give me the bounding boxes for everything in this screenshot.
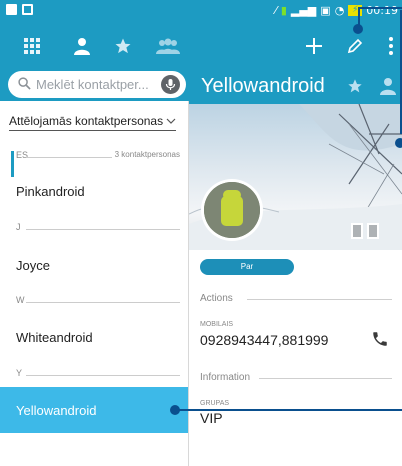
gallery-icon[interactable] bbox=[351, 223, 363, 239]
search-input[interactable]: Meklēt kontaktper... bbox=[8, 71, 186, 98]
cover-callout-dot bbox=[395, 138, 402, 148]
information-header: Information bbox=[200, 372, 251, 383]
mic-icon[interactable] bbox=[161, 75, 180, 94]
gallery-controls[interactable] bbox=[351, 223, 379, 239]
sim-icon: ▣ bbox=[320, 4, 331, 17]
mute-icon: ⁄ bbox=[274, 4, 277, 17]
contact-detail-panel: Yellowandroid Par Actions MOBILAIS 09289… bbox=[189, 68, 402, 466]
apps-grid-icon[interactable] bbox=[20, 24, 44, 68]
status-time: 00:19 bbox=[366, 4, 398, 17]
section-header-w: W bbox=[0, 293, 188, 311]
wifi-icon: ◔ bbox=[334, 4, 345, 17]
signal-icon: ▂▄▆ bbox=[290, 4, 317, 17]
section-letter: J bbox=[16, 222, 21, 232]
status-bar: ⁄ ▮ ▂▄▆ ▣ ◔ ⚡ 00:19 bbox=[0, 0, 402, 24]
phone-value[interactable]: 0928943447,881999 bbox=[200, 332, 328, 348]
contact-name: Joyce bbox=[16, 257, 50, 273]
contact-name: Pinkandroid bbox=[16, 183, 85, 199]
contact-avatar-icon[interactable] bbox=[379, 76, 399, 101]
star-icon[interactable] bbox=[111, 24, 135, 68]
phone-label: MOBILAIS bbox=[200, 321, 234, 328]
contact-photo[interactable] bbox=[201, 179, 263, 241]
selected-callout-dot bbox=[170, 405, 180, 415]
screenshot-icon bbox=[22, 4, 33, 15]
more-icon[interactable] bbox=[384, 24, 398, 68]
phone-icon[interactable] bbox=[371, 330, 389, 353]
network-icon: ▮ bbox=[280, 4, 287, 17]
add-icon[interactable] bbox=[302, 24, 326, 68]
section-letter: W bbox=[16, 295, 25, 305]
contact-item-yellowandroid[interactable]: Yellowandroid bbox=[0, 387, 188, 433]
app-toolbar bbox=[0, 24, 402, 68]
about-button[interactable]: Par bbox=[200, 259, 294, 275]
group-value: VIP bbox=[200, 410, 223, 426]
filter-label: Attēlojamās kontaktpersonas bbox=[9, 114, 164, 128]
section-header-y: Y bbox=[0, 366, 188, 384]
contact-item-joyce[interactable]: Joyce bbox=[0, 242, 188, 288]
section-header-j: J bbox=[0, 220, 188, 238]
contacts-filter-dropdown[interactable]: Attēlojamās kontaktpersonas bbox=[9, 114, 177, 131]
contact-list-panel: Attēlojamās kontaktpersonas ES 3 kontakt… bbox=[0, 101, 189, 466]
edit-callout-dot bbox=[353, 24, 363, 34]
contact-name: Whiteandroid bbox=[16, 329, 93, 345]
favorite-star-icon[interactable] bbox=[347, 78, 363, 99]
chevron-down-icon bbox=[166, 114, 176, 128]
section-count: 3 kontaktpersonas bbox=[111, 150, 180, 159]
actions-header: Actions bbox=[200, 293, 233, 304]
contact-name-bar: Yellowandroid bbox=[189, 68, 402, 104]
edit-callout-line bbox=[358, 7, 402, 9]
selected-callout-line bbox=[176, 409, 402, 411]
person-icon[interactable] bbox=[70, 24, 94, 68]
notification-icon bbox=[6, 4, 17, 15]
contact-item-pinkandroid[interactable]: Pinkandroid bbox=[0, 168, 188, 214]
group-label: GRUPAS bbox=[200, 400, 230, 407]
section-letter: Y bbox=[16, 368, 23, 378]
contact-title: Yellowandroid bbox=[201, 75, 325, 97]
search-icon bbox=[18, 76, 31, 93]
gallery-icon[interactable] bbox=[367, 223, 379, 239]
groups-icon[interactable] bbox=[153, 24, 183, 68]
contact-item-whiteandroid[interactable]: Whiteandroid bbox=[0, 314, 188, 360]
search-placeholder: Meklēt kontaktper... bbox=[36, 77, 149, 92]
cover-photo bbox=[189, 104, 402, 250]
section-header-es: ES 3 kontaktpersonas bbox=[0, 148, 188, 166]
contact-name: Yellowandroid bbox=[16, 402, 97, 418]
section-letter: ES bbox=[16, 150, 29, 160]
